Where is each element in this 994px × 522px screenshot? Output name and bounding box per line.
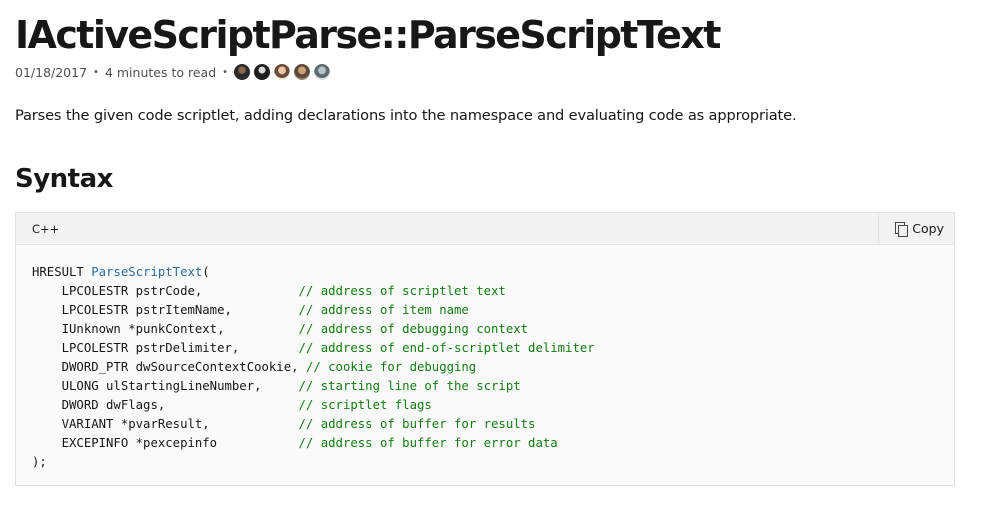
param-decl: LPCOLESTR pstrItemName, [32, 303, 299, 317]
code-content[interactable]: HRESULT ParseScriptText( LPCOLESTR pstrC… [16, 245, 954, 472]
close-paren: ); [32, 455, 47, 469]
code-line: LPCOLESTR pstrDelimiter, // address of e… [32, 339, 938, 358]
copy-icon [895, 221, 909, 237]
param-comment: // cookie for debugging [298, 360, 477, 374]
article-metadata: 01/18/2017 • 4 minutes to read • [15, 62, 331, 82]
param-comment: // address of scriptlet text [298, 284, 506, 298]
copy-button[interactable]: Copy [878, 213, 954, 244]
code-block-header: C++ Copy [16, 213, 954, 245]
param-decl: DWORD dwFlags, [32, 398, 299, 412]
contributors-list [234, 64, 331, 80]
function-name: ParseScriptText [91, 265, 203, 279]
read-time: 4 minutes to read [104, 64, 217, 80]
code-line: EXCEPINFO *pexcepinfo // address of buff… [32, 434, 938, 453]
return-type: HRESULT [32, 265, 92, 279]
code-line: VARIANT *pvarResult, // address of buffe… [32, 415, 938, 434]
param-decl: LPCOLESTR pstrDelimiter, [32, 341, 299, 355]
contributor-avatar[interactable] [274, 64, 291, 80]
param-comment: // address of buffer for results [298, 417, 536, 431]
contributor-avatar[interactable] [294, 64, 311, 80]
param-decl: LPCOLESTR pstrCode, [32, 284, 299, 298]
param-comment: // starting line of the script [298, 379, 521, 393]
code-block: C++ Copy HRESULT ParseScriptText( LPCOLE… [15, 212, 955, 486]
meta-separator: • [93, 66, 99, 78]
param-comment: // address of end-of-scriptlet delimiter [298, 341, 595, 355]
code-line: ); [32, 453, 938, 472]
code-line: HRESULT ParseScriptText( [32, 263, 938, 282]
param-decl: VARIANT *pvarResult, [32, 417, 299, 431]
code-line: LPCOLESTR pstrItemName, // address of it… [32, 301, 938, 320]
param-comment: // scriptlet flags [298, 398, 432, 412]
contributor-avatar[interactable] [254, 64, 271, 80]
param-decl: IUnknown *punkContext, [32, 322, 299, 336]
page-title: IActiveScriptParse::ParseScriptText [15, 13, 721, 57]
code-line: LPCOLESTR pstrCode, // address of script… [32, 282, 938, 301]
param-comment: // address of buffer for error data [298, 436, 558, 450]
param-comment: // address of item name [298, 303, 469, 317]
param-decl: EXCEPINFO *pexcepinfo [32, 436, 299, 450]
code-line: IUnknown *punkContext, // address of deb… [32, 320, 938, 339]
contributor-avatar[interactable] [234, 64, 251, 80]
code-language-label: C++ [32, 221, 60, 236]
syntax-heading: Syntax [15, 164, 113, 194]
open-paren: ( [202, 265, 210, 279]
copy-button-label: Copy [912, 221, 944, 236]
code-line: DWORD dwFlags, // scriptlet flags [32, 396, 938, 415]
summary-text: Parses the given code scriptlet, adding … [15, 107, 797, 124]
param-decl: ULONG ulStartingLineNumber, [32, 379, 299, 393]
publish-date: 01/18/2017 [15, 64, 88, 80]
meta-separator: • [222, 66, 229, 78]
param-decl: DWORD_PTR dwSourceContextCookie, [32, 360, 299, 374]
code-line: ULONG ulStartingLineNumber, // starting … [32, 377, 938, 396]
param-comment: // address of debugging context [298, 322, 529, 336]
contributor-avatar[interactable] [314, 64, 331, 80]
code-line: DWORD_PTR dwSourceContextCookie, // cook… [32, 358, 938, 377]
